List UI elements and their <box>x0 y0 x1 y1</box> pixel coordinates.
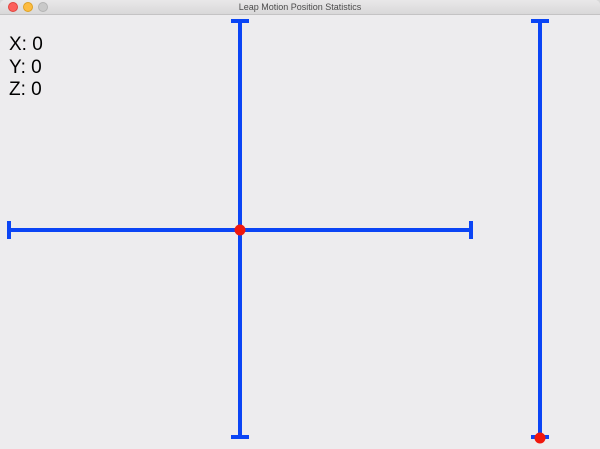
xy-position-marker <box>234 224 246 236</box>
x-readout: X: 0 <box>9 34 43 55</box>
z-readout: Z: 0 <box>9 79 42 100</box>
title-bar[interactable]: Leap Motion Position Statistics <box>0 0 600 15</box>
app-window: Leap Motion Position Statistics X: 0 Y: … <box>0 0 600 449</box>
y-readout: Y: 0 <box>9 57 42 78</box>
position-canvas: X: 0 Y: 0 Z: 0 <box>0 15 600 449</box>
z-position-marker <box>534 432 546 444</box>
window-title: Leap Motion Position Statistics <box>238 2 362 12</box>
axes-plot <box>7 19 549 444</box>
